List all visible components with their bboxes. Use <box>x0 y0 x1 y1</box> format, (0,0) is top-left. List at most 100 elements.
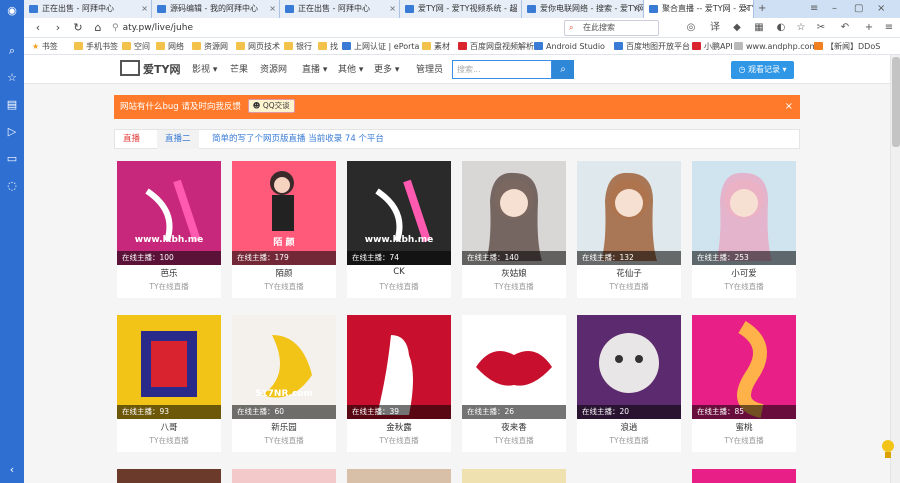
scrollbar[interactable] <box>890 55 900 483</box>
chat-icon[interactable]: ◌ <box>5 179 19 193</box>
bookmark-item[interactable]: 网络 <box>156 38 184 55</box>
browser-tab[interactable]: 正在出售 - 阿拜中心 × <box>24 0 152 18</box>
bookmark-item[interactable]: 找 <box>318 38 338 55</box>
channel-card[interactable]: 在线主播：140 灰姑娘 TY在线直播 <box>462 161 566 298</box>
channel-thumbnail[interactable] <box>692 469 796 483</box>
site-search-button[interactable]: ⌕ <box>552 60 574 79</box>
site-search-input[interactable]: 搜索... <box>452 60 552 79</box>
close-tab-icon[interactable]: × <box>633 0 640 18</box>
channel-name[interactable]: CK <box>347 267 451 277</box>
close-tab-icon[interactable]: × <box>511 0 518 18</box>
address-input[interactable]: ⚲ aty.pw/live/juhe <box>112 20 492 36</box>
channel-name[interactable]: 蜜桃 <box>692 421 796 433</box>
menu-item-more[interactable]: 更多 ▾ <box>374 60 399 80</box>
channel-thumbnail[interactable]: 在线主播：85 <box>692 315 796 419</box>
channel-card[interactable]: 517NR.com 在线主播：60 新乐园 TY在线直播 <box>232 315 336 452</box>
close-tab-icon[interactable]: × <box>389 0 396 18</box>
close-notice-icon[interactable]: × <box>785 95 793 119</box>
channel-name[interactable]: 陌颜 <box>232 267 336 279</box>
bookmark-item[interactable]: 手机书签 <box>74 38 118 55</box>
menu-item-admin[interactable]: 管理员 <box>416 60 443 80</box>
bookmark-item[interactable]: 素材 <box>422 38 450 55</box>
browser-tab[interactable]: 爱你电联网络 - 搜索 - 爱TY网 × <box>522 0 644 18</box>
channel-card[interactable]: 在线主播：85 蜜桃 TY在线直播 <box>692 315 796 452</box>
reader-icon[interactable]: ▤ <box>5 98 19 112</box>
close-tab-icon[interactable]: × <box>743 0 750 18</box>
bookmark-item[interactable]: 上网认证 | ePorta <box>342 38 419 55</box>
channel-name[interactable]: 八哥 <box>117 421 221 433</box>
channel-name[interactable]: 浪逍 <box>577 421 681 433</box>
new-tab-icon[interactable]: + <box>758 0 766 18</box>
channel-thumbnail[interactable] <box>347 469 451 483</box>
menu-item-movies[interactable]: 影视 ▾ <box>192 60 217 80</box>
close-tab-icon[interactable]: × <box>141 0 148 18</box>
channel-name[interactable]: 花仙子 <box>577 267 681 279</box>
channel-card[interactable]: www.lxbh.me 在线主播：74 CK TY在线直播 <box>347 161 451 298</box>
channel-card[interactable]: 在线主播：253 小可爱 TY在线直播 <box>692 161 796 298</box>
channel-thumbnail[interactable] <box>577 469 681 483</box>
channel-card[interactable]: 在线主播：20 浪逍 TY在线直播 <box>577 315 681 452</box>
channel-card[interactable]: 在线主播：39 金秋露 TY在线直播 <box>347 315 451 452</box>
history-button[interactable]: ◷ 观看记录 ▾ <box>731 61 794 79</box>
channel-name[interactable]: 金秋露 <box>347 421 451 433</box>
menu-item-resources[interactable]: 资源网 <box>260 60 287 80</box>
channel-thumbnail[interactable]: 陌 颜在线主播：179 <box>232 161 336 265</box>
channel-name[interactable]: 灰姑娘 <box>462 267 566 279</box>
bookmark-item[interactable]: 小鹏API <box>692 38 733 55</box>
close-tab-icon[interactable]: × <box>269 0 276 18</box>
minimize-icon[interactable]: – <box>832 0 837 18</box>
collapse-sidebar-icon[interactable]: ‹ <box>5 463 19 477</box>
app-logo-icon[interactable]: ◉ <box>5 4 19 18</box>
back-icon[interactable]: ‹ <box>30 20 46 36</box>
channel-name[interactable]: 芭乐 <box>117 267 221 279</box>
extension-icon[interactable]: ◐ <box>774 21 788 35</box>
browser-tab-active[interactable]: 聚合直播 -- 爱TY网 - 爱TY × <box>644 0 754 18</box>
channel-thumbnail[interactable]: 517NR.com 在线主播：60 <box>232 315 336 419</box>
channel-card[interactable]: 在线主播：26 夜来香 TY在线直播 <box>462 315 566 452</box>
bookmark-item[interactable]: 百度地图开放平台 <box>614 38 690 55</box>
channel-thumbnail[interactable]: 在线主播：93 <box>117 315 221 419</box>
bookmark-item[interactable]: 空间 <box>122 38 150 55</box>
translate-icon[interactable]: 译 <box>708 21 722 35</box>
video-icon[interactable]: ▭ <box>5 152 19 166</box>
channel-thumbnail[interactable]: 在线主播：20 <box>577 315 681 419</box>
add-icon[interactable]: + <box>862 21 876 35</box>
tab-live[interactable]: 直播 <box>115 130 148 149</box>
qq-chat-button[interactable]: ☻ QQ交谈 <box>247 99 295 113</box>
menu-item-live[interactable]: 直播 ▾ <box>302 60 327 80</box>
bookmark-item[interactable]: 网页技术 <box>236 38 280 55</box>
bookmark-item[interactable]: 百度网盘视频解析 <box>458 38 534 55</box>
maximize-icon[interactable]: ▢ <box>854 0 863 18</box>
browser-tab[interactable]: 源码编辑 - 我的阿拜中心 × <box>152 0 280 18</box>
bookmark-item[interactable]: 资源网 <box>192 38 228 55</box>
menu-icon[interactable]: ≡ <box>882 21 896 35</box>
site-logo[interactable]: 爱TY网 <box>120 60 180 80</box>
home-icon[interactable]: ⌂ <box>90 20 106 36</box>
channel-name[interactable]: 小可爱 <box>692 267 796 279</box>
browser-search-input[interactable]: ⌕ 在此搜索 <box>564 20 659 36</box>
channel-name[interactable]: 新乐园 <box>232 421 336 433</box>
channel-thumbnail[interactable]: 在线主播：253 <box>692 161 796 265</box>
tools-icon[interactable]: ✂ <box>814 21 828 35</box>
channel-thumbnail[interactable]: 在线主播：26 <box>462 315 566 419</box>
forward-icon[interactable]: › <box>50 20 66 36</box>
menu-item-other[interactable]: 其他 ▾ <box>338 60 363 80</box>
undo-icon[interactable]: ↶ <box>838 21 852 35</box>
window-menu-icon[interactable]: ≡ <box>810 0 818 18</box>
search-icon[interactable]: ⌕ <box>5 44 19 58</box>
play-icon[interactable]: ▷ <box>5 125 19 139</box>
game-icon[interactable]: ◆ <box>730 21 744 35</box>
channel-thumbnail[interactable]: 在线主播：132 <box>577 161 681 265</box>
menu-item-mango[interactable]: 芒果 <box>230 60 248 80</box>
bookmark-item[interactable]: 【新闻】DDoS <box>814 38 880 55</box>
scrollbar-thumb[interactable] <box>892 57 900 147</box>
channel-thumbnail[interactable]: 在线主播：140 <box>462 161 566 265</box>
favorites-icon[interactable]: ☆ <box>5 71 19 85</box>
channel-thumbnail[interactable]: 在线主播：39 <box>347 315 451 419</box>
browser-tab[interactable]: 爱TY网 - 爱TY视频系统 - 超 × <box>400 0 522 18</box>
channel-card[interactable]: www.lxbh.me 在线主播：100 芭乐 TY在线直播 <box>117 161 221 298</box>
close-window-icon[interactable]: × <box>877 0 885 18</box>
bookmark-item[interactable]: ★ 书签 <box>32 38 58 55</box>
tab-live-two[interactable]: 直播二 <box>157 130 199 149</box>
channel-thumbnail[interactable]: www.lxbh.me 在线主播：74 <box>347 161 451 265</box>
